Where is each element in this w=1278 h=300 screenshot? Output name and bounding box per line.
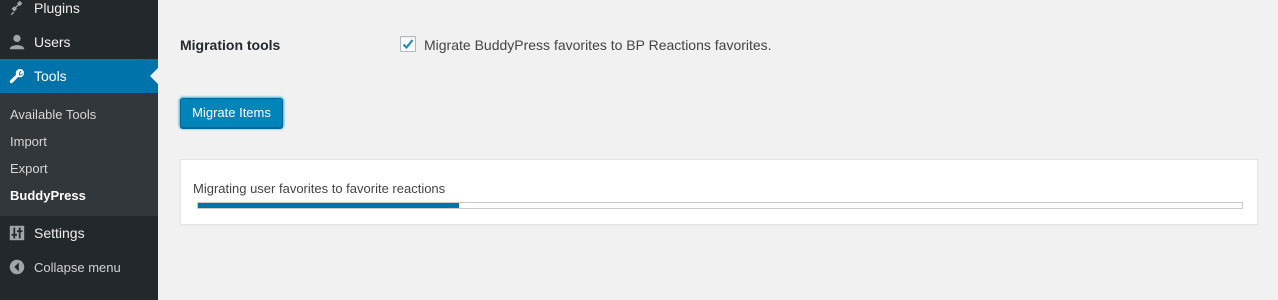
migrate-favorites-label[interactable]: Migrate BuddyPress favorites to BP React… (424, 37, 772, 53)
collapse-icon (7, 257, 27, 277)
migrate-items-button[interactable]: Migrate Items (180, 98, 283, 128)
sidebar-item-label: Plugins (34, 0, 80, 16)
progress-bar (197, 202, 1243, 209)
wrench-icon (7, 66, 27, 86)
sidebar-item-label: Collapse menu (34, 259, 121, 275)
submenu-item-available-tools[interactable]: Available Tools (10, 107, 96, 122)
submenu-item-import[interactable]: Import (10, 134, 47, 149)
collapse-menu-button[interactable]: Collapse menu (0, 250, 158, 284)
checkmark-icon (402, 39, 414, 50)
tools-submenu: Available Tools Import Export BuddyPress (0, 93, 158, 216)
submenu-item-buddypress[interactable]: BuddyPress (10, 188, 86, 203)
progress-bar-fill (198, 203, 459, 208)
progress-status-text: Migrating user favorites to favorite rea… (193, 181, 446, 196)
admin-sidebar: Plugins Users Tools Available Tools Impo… (0, 0, 158, 300)
sidebar-item-plugins[interactable]: Plugins (0, 0, 158, 25)
sidebar-item-label: Settings (34, 225, 85, 241)
sidebar-item-users[interactable]: Users (0, 25, 158, 59)
sidebar-item-label: Tools (34, 68, 67, 84)
users-icon (7, 32, 27, 52)
plugin-icon (7, 0, 27, 18)
sidebar-item-label: Users (34, 34, 71, 50)
migration-progress-panel: Migrating user favorites to favorite rea… (180, 159, 1258, 225)
sidebar-item-tools[interactable]: Tools (0, 59, 158, 93)
migration-tools-label: Migration tools (180, 37, 281, 53)
settings-icon (7, 223, 27, 243)
main-content: Migration tools Migrate BuddyPress favor… (158, 0, 1278, 300)
migrate-favorites-checkbox[interactable] (400, 36, 416, 52)
submenu-item-export[interactable]: Export (10, 161, 48, 176)
sidebar-item-settings[interactable]: Settings (0, 216, 158, 250)
current-menu-arrow (150, 68, 158, 84)
